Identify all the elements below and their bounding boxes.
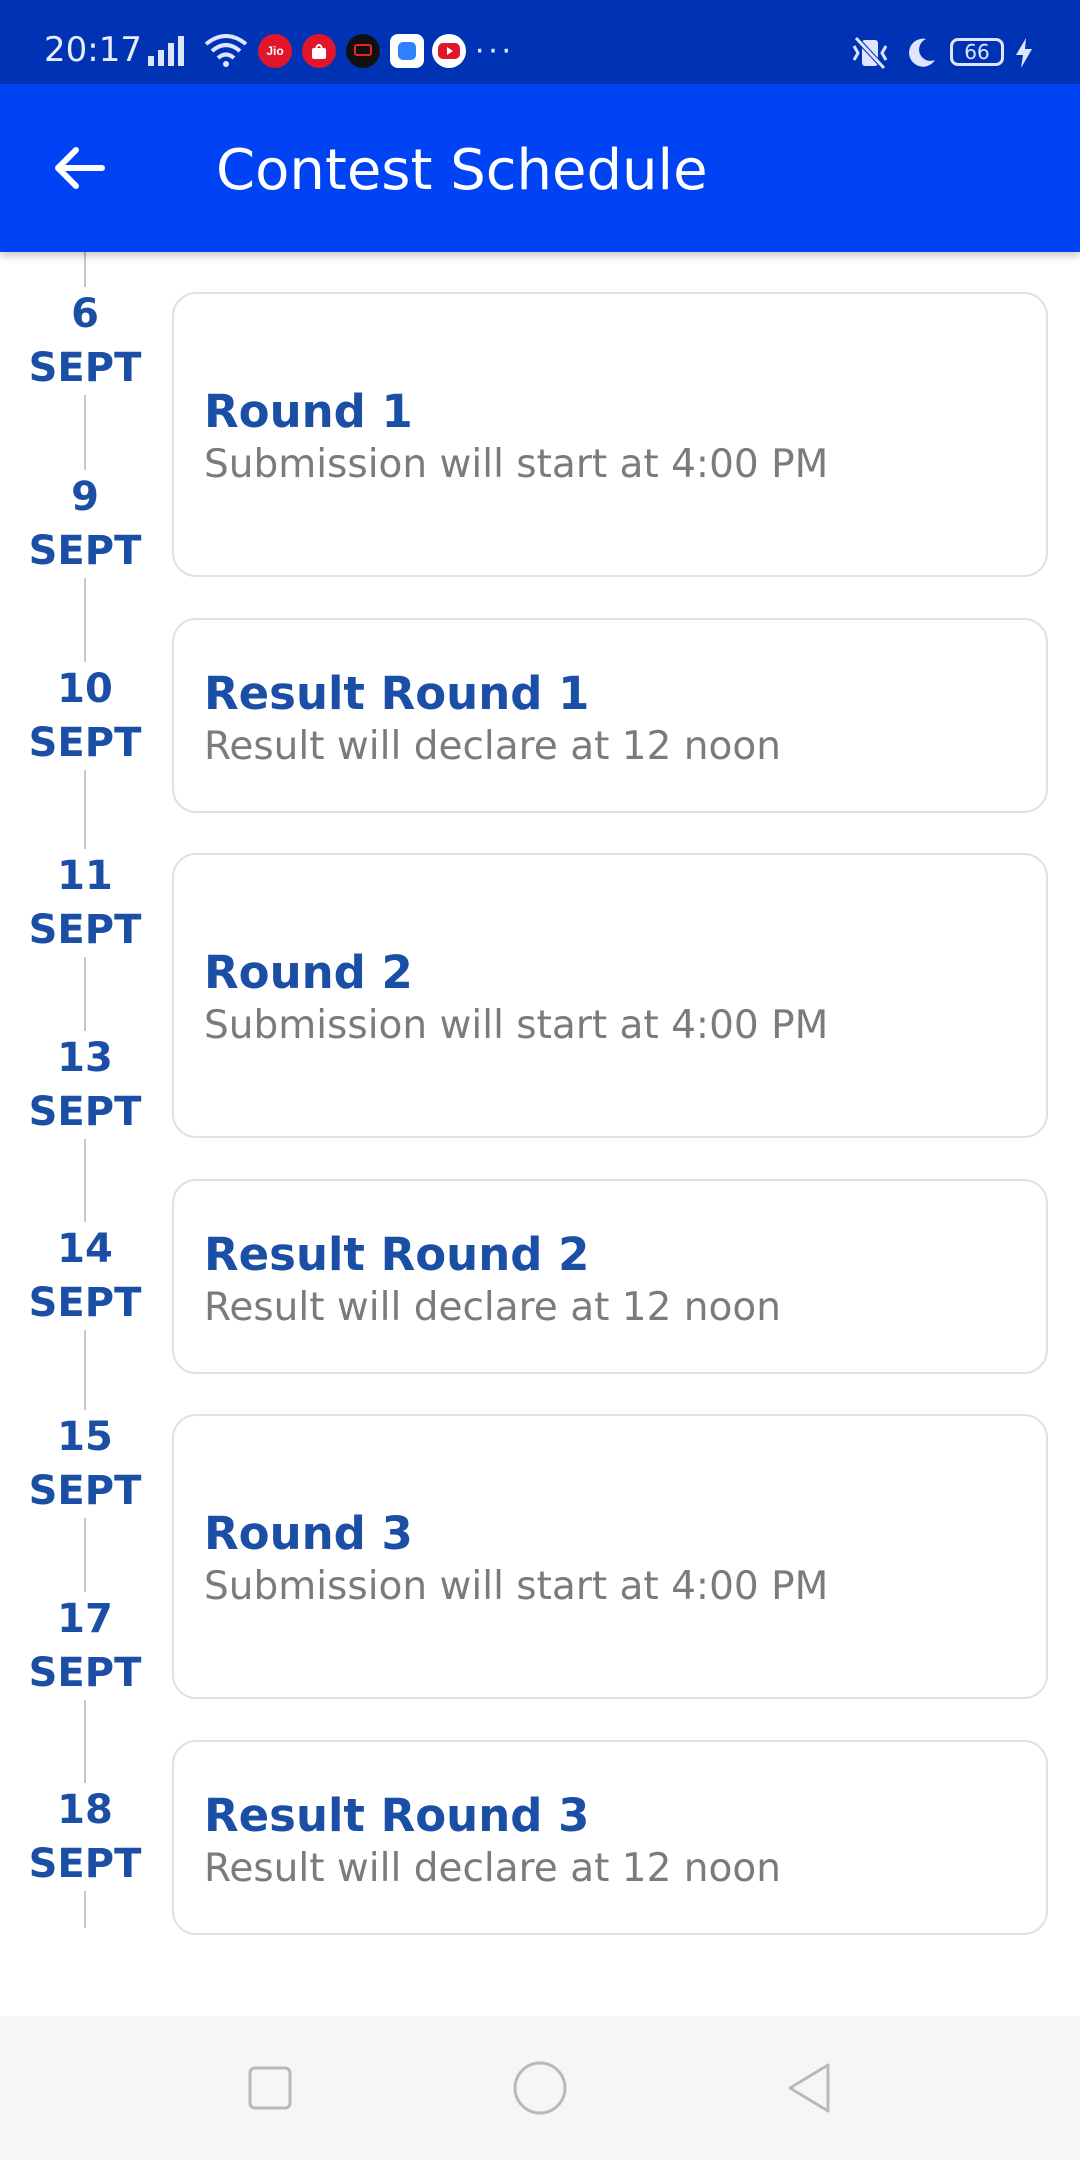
status-time: 20:17	[44, 30, 142, 70]
card-subtitle: Result will declare at 12 noon	[204, 1846, 781, 1891]
tv-app-icon	[346, 34, 380, 68]
schedule-card-round-1[interactable]: Round 1 Submission will start at 4:00 PM	[172, 292, 1048, 577]
card-title: Round 3	[204, 1507, 413, 1560]
signal-icon	[148, 36, 184, 66]
schedule-card-result-round-1[interactable]: Result Round 1 Result will declare at 12…	[172, 618, 1048, 813]
vibrate-icon	[852, 36, 888, 70]
card-title: Result Round 3	[204, 1789, 590, 1842]
system-navigation-bar	[0, 2016, 1080, 2160]
card-subtitle: Result will declare at 12 noon	[204, 724, 781, 769]
card-subtitle: Submission will start at 4:00 PM	[204, 442, 829, 487]
schedule-card-round-2[interactable]: Round 2 Submission will start at 4:00 PM	[172, 853, 1048, 1138]
date-single: 10 SEPT	[0, 662, 170, 770]
date-single: 18 SEPT	[0, 1783, 170, 1891]
back-arrow-icon[interactable]	[48, 136, 112, 200]
card-title: Result Round 2	[204, 1228, 590, 1281]
date-start: 11 SEPT	[0, 849, 170, 957]
card-title: Round 1	[204, 385, 413, 438]
charging-icon	[1016, 38, 1032, 68]
page-title: Contest Schedule	[216, 138, 708, 203]
recent-apps-square-icon[interactable]	[240, 2058, 300, 2118]
card-subtitle: Submission will start at 4:00 PM	[204, 1564, 829, 1609]
home-circle-icon[interactable]	[510, 2058, 570, 2118]
date-end: 17 SEPT	[0, 1592, 170, 1700]
date-single: 14 SEPT	[0, 1222, 170, 1330]
wifi-icon	[204, 34, 248, 67]
date-end: 9 SEPT	[0, 470, 170, 578]
date-start: 6 SEPT	[0, 287, 170, 395]
card-title: Result Round 1	[204, 667, 590, 720]
chat-app-icon	[390, 34, 424, 68]
date-start: 15 SEPT	[0, 1410, 170, 1518]
date-end: 13 SEPT	[0, 1031, 170, 1139]
app-bar: Contest Schedule	[0, 84, 1080, 252]
status-bar: 20:17 Jio ··· 66	[0, 0, 1080, 84]
do-not-disturb-moon-icon	[909, 38, 935, 67]
youtube-app-icon	[432, 34, 466, 68]
battery-icon: 66	[950, 38, 1004, 66]
more-notifications-icon: ···	[474, 30, 514, 68]
jio-app-icon: Jio	[258, 34, 292, 68]
card-subtitle: Result will declare at 12 noon	[204, 1285, 781, 1330]
back-triangle-icon[interactable]	[780, 2058, 840, 2118]
schedule-card-result-round-3[interactable]: Result Round 3 Result will declare at 12…	[172, 1740, 1048, 1935]
schedule-card-round-3[interactable]: Round 3 Submission will start at 4:00 PM	[172, 1414, 1048, 1699]
shopping-bag-app-icon	[302, 34, 336, 68]
card-subtitle: Submission will start at 4:00 PM	[204, 1003, 829, 1048]
schedule-card-result-round-2[interactable]: Result Round 2 Result will declare at 12…	[172, 1179, 1048, 1374]
card-title: Round 2	[204, 946, 413, 999]
